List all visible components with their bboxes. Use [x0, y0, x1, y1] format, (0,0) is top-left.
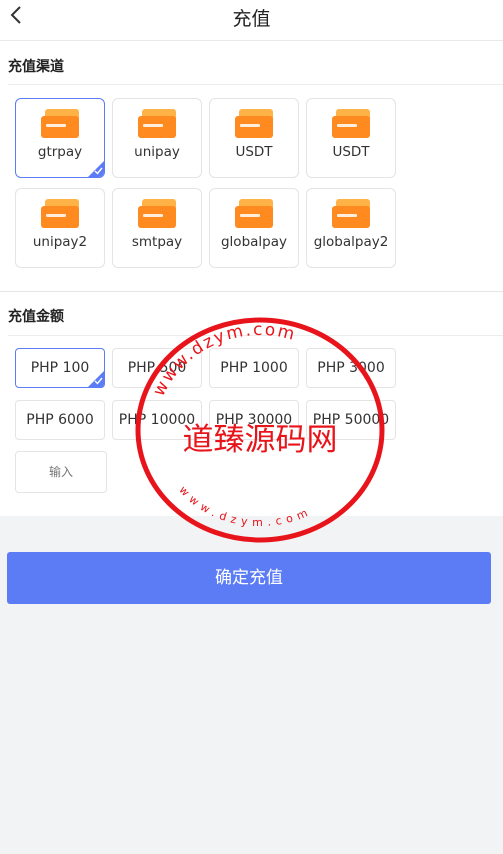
amount-label: PHP 6000 [26, 412, 94, 428]
custom-amount-input[interactable] [15, 451, 107, 493]
channel-label: unipay2 [32, 234, 88, 250]
channel-label: smtpay [131, 234, 183, 250]
card-payment-icon [235, 109, 273, 138]
channel-card-globalpay[interactable]: globalpay [209, 188, 299, 268]
card-payment-icon [235, 199, 273, 228]
amount-option-100[interactable]: PHP 100 [15, 348, 105, 388]
amount-label: PHP 100 [30, 360, 90, 376]
channel-label: unipay [134, 144, 180, 160]
amount-section-title: 充值金额 [8, 309, 64, 325]
amount-label: PHP 10000 [118, 412, 196, 428]
amount-option-50000[interactable]: PHP 50000 [306, 400, 396, 440]
amount-option-10000[interactable]: PHP 10000 [112, 400, 202, 440]
section-divider [8, 335, 503, 336]
selected-check-icon [88, 371, 104, 387]
card-payment-icon [138, 109, 176, 138]
channel-label: globalpay [220, 234, 287, 250]
top-nav-bar: 充值 [0, 0, 503, 41]
amount-label: PHP 1000 [220, 360, 288, 376]
amount-label: PHP 30000 [215, 412, 293, 428]
channel-card-usdt[interactable]: USDT [209, 98, 299, 178]
amount-option-1000[interactable]: PHP 1000 [209, 348, 299, 388]
card-payment-icon [332, 109, 370, 138]
card-payment-icon [138, 199, 176, 228]
section-separator [0, 291, 503, 292]
amount-label: PHP 50000 [312, 412, 390, 428]
amount-label: PHP 3000 [317, 360, 385, 376]
card-payment-icon [41, 199, 79, 228]
page-title: 充值 [232, 8, 271, 30]
card-payment-icon [332, 199, 370, 228]
channel-card-unipay[interactable]: unipay [112, 98, 202, 178]
channel-label: gtrpay [37, 144, 83, 160]
channel-card-globalpay2[interactable]: globalpay2 [306, 188, 396, 268]
channel-card-usdt-2[interactable]: USDT [306, 98, 396, 178]
confirm-recharge-button[interactable]: 确定充值 [7, 552, 491, 604]
section-divider [8, 84, 503, 85]
amount-option-30000[interactable]: PHP 30000 [209, 400, 299, 440]
channel-card-unipay2[interactable]: unipay2 [15, 188, 105, 268]
channel-label: globalpay2 [313, 234, 389, 250]
card-payment-icon [41, 109, 79, 138]
amount-option-500[interactable]: PHP 500 [112, 348, 202, 388]
amount-label: PHP 500 [127, 360, 187, 376]
channel-card-gtrpay[interactable]: gtrpay [15, 98, 105, 178]
channel-label: USDT [332, 144, 370, 160]
channel-label: USDT [235, 144, 273, 160]
amount-option-6000[interactable]: PHP 6000 [15, 400, 105, 440]
amount-option-3000[interactable]: PHP 3000 [306, 348, 396, 388]
channel-card-smtpay[interactable]: smtpay [112, 188, 202, 268]
selected-check-icon [88, 161, 104, 177]
channel-section-title: 充值渠道 [8, 59, 64, 75]
